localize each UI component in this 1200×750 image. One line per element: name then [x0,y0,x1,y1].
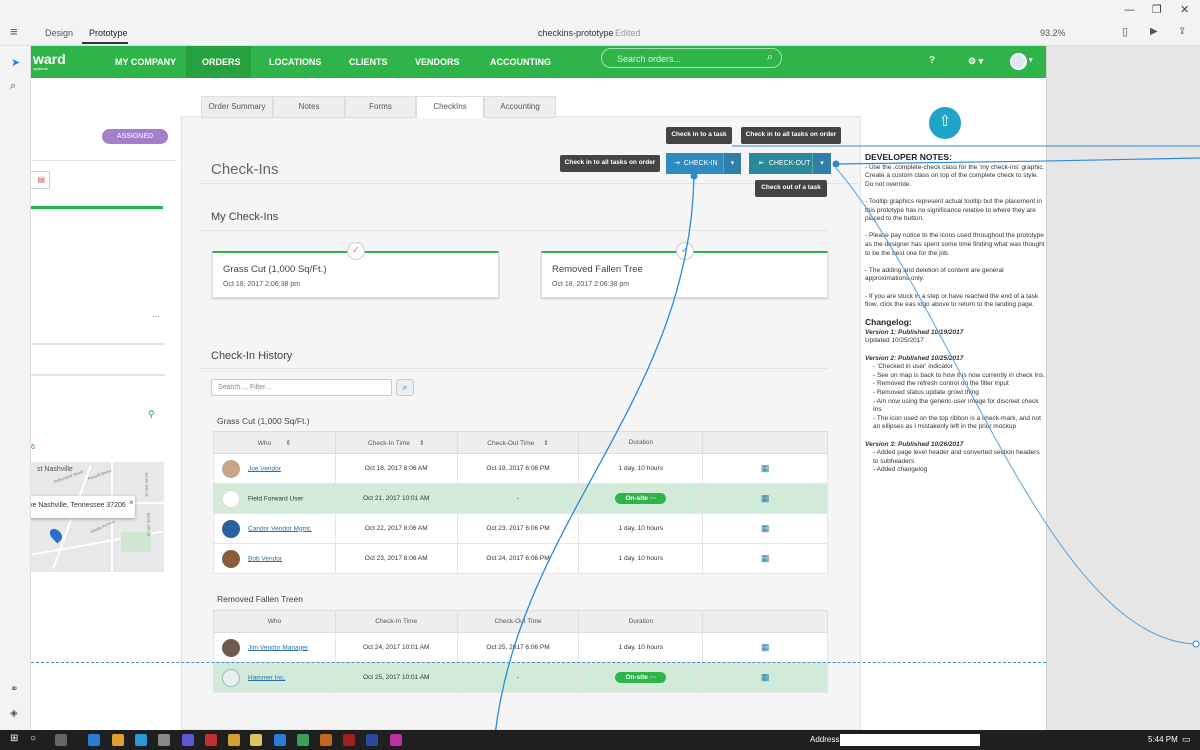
wire-handle[interactable] [1192,640,1200,648]
app-icon[interactable] [182,734,194,746]
ie-icon[interactable] [135,734,147,746]
address-label: Address [810,735,840,744]
app-icon[interactable] [205,734,217,746]
chrome-icon[interactable] [112,734,124,746]
task-view-icon[interactable] [55,734,67,746]
app-icon[interactable] [228,734,240,746]
windows-start-icon[interactable]: ⊞ [10,733,18,744]
app-icon[interactable] [297,734,309,746]
flow-wire [494,175,695,736]
vscode-icon[interactable] [274,734,286,746]
illustrator-icon[interactable] [320,734,332,746]
notifications-icon[interactable]: ▭ [1182,734,1191,745]
xd-icon[interactable] [390,734,402,746]
clock: 5:44 PM [1148,735,1178,744]
address-input[interactable] [840,734,980,746]
edge-icon[interactable] [88,734,100,746]
folder-icon[interactable] [250,734,262,746]
photoshop-icon[interactable] [366,734,378,746]
wire-handle[interactable] [690,172,698,180]
cortana-icon[interactable]: ○ [30,733,36,744]
os-taskbar: ⊞ ○ Address 5:44 PM ▭ [0,730,1200,750]
app-icon[interactable] [343,734,355,746]
app-icon[interactable] [158,734,170,746]
flow-wire [835,167,1197,645]
wire-handle[interactable] [832,160,840,168]
flow-wire [835,157,1200,165]
prototype-wires [494,145,1200,736]
viewport-fold-line [31,662,1046,663]
